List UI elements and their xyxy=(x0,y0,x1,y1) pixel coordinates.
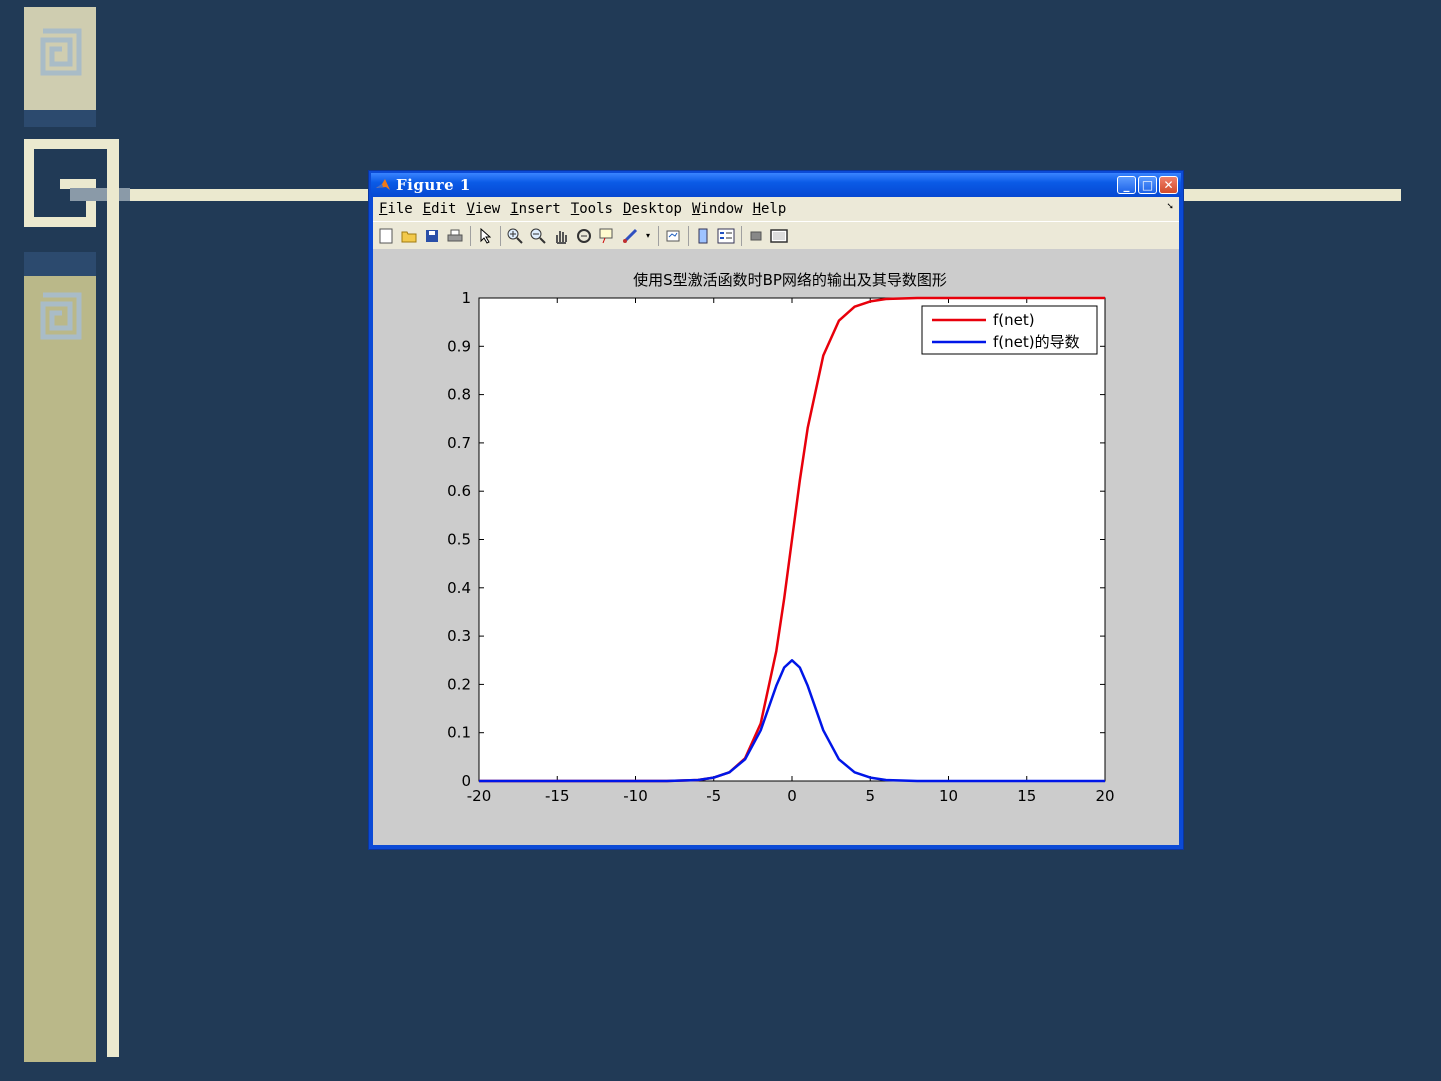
deco-band-2 xyxy=(24,252,96,276)
save-icon[interactable] xyxy=(423,227,441,245)
menu-file[interactable]: File xyxy=(379,201,413,217)
data-cursor-icon[interactable] xyxy=(598,227,616,245)
y-tick-label: 0 xyxy=(461,772,471,790)
x-tick-label: 0 xyxy=(787,787,797,805)
y-tick-label: 0.4 xyxy=(447,579,471,597)
legend-label-0: f(net) xyxy=(993,311,1035,329)
open-file-icon[interactable] xyxy=(400,227,418,245)
deco-horizontal-line-right xyxy=(1184,189,1401,201)
menu-desktop[interactable]: Desktop xyxy=(623,201,682,217)
menu-edit[interactable]: Edit xyxy=(423,201,457,217)
colorbar-icon[interactable] xyxy=(694,227,712,245)
legend-icon[interactable] xyxy=(717,227,735,245)
x-tick-label: -10 xyxy=(623,787,648,805)
x-tick-label: 15 xyxy=(1017,787,1036,805)
menu-view[interactable]: View xyxy=(466,201,500,217)
deco-band-1 xyxy=(24,110,96,127)
menu-tools[interactable]: Tools xyxy=(571,201,613,217)
menu-bar: File Edit View Insert Tools Desktop Wind… xyxy=(373,197,1179,221)
dock-arrow-icon[interactable]: ➘ xyxy=(1167,201,1173,212)
x-tick-label: -5 xyxy=(706,787,721,805)
y-tick-label: 0.6 xyxy=(447,482,471,500)
pan-icon[interactable] xyxy=(552,227,570,245)
print-icon[interactable] xyxy=(446,227,464,245)
menu-insert[interactable]: Insert xyxy=(510,201,561,217)
rotate-3d-icon[interactable] xyxy=(575,227,593,245)
deco-horizontal-line-left xyxy=(130,189,370,201)
y-tick-label: 0.2 xyxy=(447,675,471,693)
title-bar[interactable]: Figure 1 _ □ ✕ xyxy=(371,173,1181,197)
deco-gray-bar xyxy=(70,188,130,201)
plot-area: 使用S型激活函数时BP网络的输出及其导数图形 -20 -15 -10 -5 0 5 10 15… xyxy=(373,249,1179,845)
menu-window[interactable]: Window xyxy=(692,201,743,217)
y-tick-label: 0.1 xyxy=(447,724,471,742)
link-plot-icon[interactable] xyxy=(664,227,682,245)
maximize-button[interactable]: □ xyxy=(1138,176,1157,194)
y-tick-label: 0.7 xyxy=(447,434,471,452)
y-tick-label: 0.5 xyxy=(447,531,471,549)
meander-icon-main xyxy=(24,139,119,227)
zoom-out-icon[interactable] xyxy=(529,227,547,245)
close-button[interactable]: ✕ xyxy=(1159,176,1178,194)
legend[interactable]: f(net) f(net)的导数 xyxy=(921,305,1098,355)
hide-plot-tools-icon[interactable] xyxy=(747,227,765,245)
x-tick-label: 20 xyxy=(1095,787,1114,805)
x-tick-label: -15 xyxy=(545,787,570,805)
y-tick-label: 0.3 xyxy=(447,627,471,645)
show-plot-tools-icon[interactable] xyxy=(770,227,788,245)
chart-title: 使用S型激活函数时BP网络的输出及其导数图形 xyxy=(633,271,947,289)
window-title: Figure 1 xyxy=(396,176,471,194)
meander-icon-top xyxy=(40,28,82,76)
y-tick-label: 1 xyxy=(461,289,471,307)
zoom-in-icon[interactable] xyxy=(506,227,524,245)
deco-vertical-line xyxy=(107,139,119,1057)
matlab-logo-icon xyxy=(376,179,390,190)
minimize-button[interactable]: _ xyxy=(1117,176,1136,194)
brush-dropdown-icon[interactable]: ▾ xyxy=(644,227,652,245)
x-tick-label: 10 xyxy=(939,787,958,805)
meander-icon-column xyxy=(40,292,82,340)
line-chart[interactable]: 使用S型激活函数时BP网络的输出及其导数图形 -20 -15 -10 -5 0 5 10 15… xyxy=(373,249,1179,845)
deco-tall-column xyxy=(24,276,96,1062)
y-tick-label: 0.9 xyxy=(447,337,471,355)
menu-help[interactable]: Help xyxy=(753,201,787,217)
brush-icon[interactable] xyxy=(621,227,639,245)
toolbar: ▾ xyxy=(373,221,1179,249)
new-figure-icon[interactable] xyxy=(377,227,395,245)
pointer-icon[interactable] xyxy=(476,227,494,245)
x-tick-label: 5 xyxy=(865,787,875,805)
y-tick-label: 0.8 xyxy=(447,386,471,404)
legend-label-1: f(net)的导数 xyxy=(993,333,1080,351)
figure-window[interactable]: Figure 1 _ □ ✕ File Edit View Insert Too… xyxy=(368,170,1184,850)
